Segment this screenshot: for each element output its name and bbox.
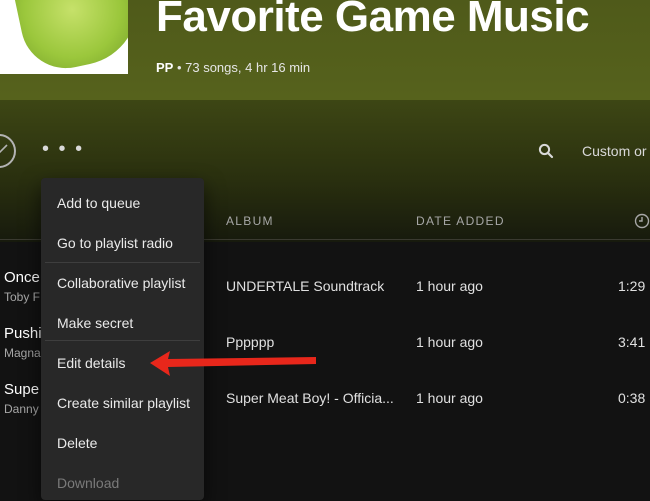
cover-art-shape [11,0,128,74]
menu-item-label: Collaborative playlist [57,275,186,291]
menu-item-delete[interactable]: Delete [41,421,204,461]
column-header-date-added[interactable]: DATE ADDED [416,214,505,228]
track-duration: 3:41 [618,334,646,350]
track-title[interactable]: Supe [4,381,39,398]
red-arrow-annotation [148,348,320,385]
track-duration: 1:29 [618,278,646,294]
menu-item-create-similar-playlist[interactable]: Create similar playlist [41,381,204,421]
track-title[interactable]: Once [4,269,40,286]
playlist-title[interactable]: Favorite Game Music [156,0,590,42]
menu-item-label: Go to playlist radio [57,235,173,251]
playlist-meta: PP • 73 songs, 4 hr 16 min [156,60,310,75]
menu-item-label: Add to queue [57,195,141,211]
track-artist[interactable]: Magna [4,346,41,360]
track-duration: 0:38 [618,390,646,406]
playlist-context-menu: Add to queue Go to playlist radio Collab… [41,178,204,500]
track-artist[interactable]: Toby F [4,290,40,304]
playlist-cover-image[interactable] [0,0,128,74]
column-header-album[interactable]: ALBUM [226,214,274,228]
clock-icon[interactable] [634,213,650,234]
track-date-added: 1 hour ago [416,334,483,350]
playlist-owner[interactable]: PP [156,60,173,75]
track-title[interactable]: Pushi [4,325,42,342]
menu-item-label: Make secret [57,315,134,331]
menu-item-label: Edit details [57,355,126,371]
menu-item-add-to-queue[interactable]: Add to queue [41,181,204,221]
sort-order-dropdown[interactable]: Custom or [582,143,647,159]
search-icon[interactable] [538,143,554,164]
track-artist[interactable]: Danny [4,402,39,416]
track-date-added: 1 hour ago [416,390,483,406]
track-date-added: 1 hour ago [416,278,483,294]
menu-item-label: Create similar playlist [57,395,191,411]
track-album[interactable]: UNDERTALE Soundtrack [226,278,384,294]
menu-item-label: Download [57,475,120,491]
menu-item-playlist-radio[interactable]: Go to playlist radio [41,221,204,261]
menu-item-collaborative-playlist[interactable]: Collaborative playlist [41,261,204,301]
menu-item-label: Delete [57,435,98,451]
menu-item-make-secret[interactable]: Make secret [41,301,204,341]
more-options-button[interactable]: • • • [42,138,84,161]
track-album[interactable]: Super Meat Boy! - Officia... [226,390,394,406]
playlist-summary: • 73 songs, 4 hr 16 min [176,60,311,75]
menu-item-download: Download [41,461,204,501]
